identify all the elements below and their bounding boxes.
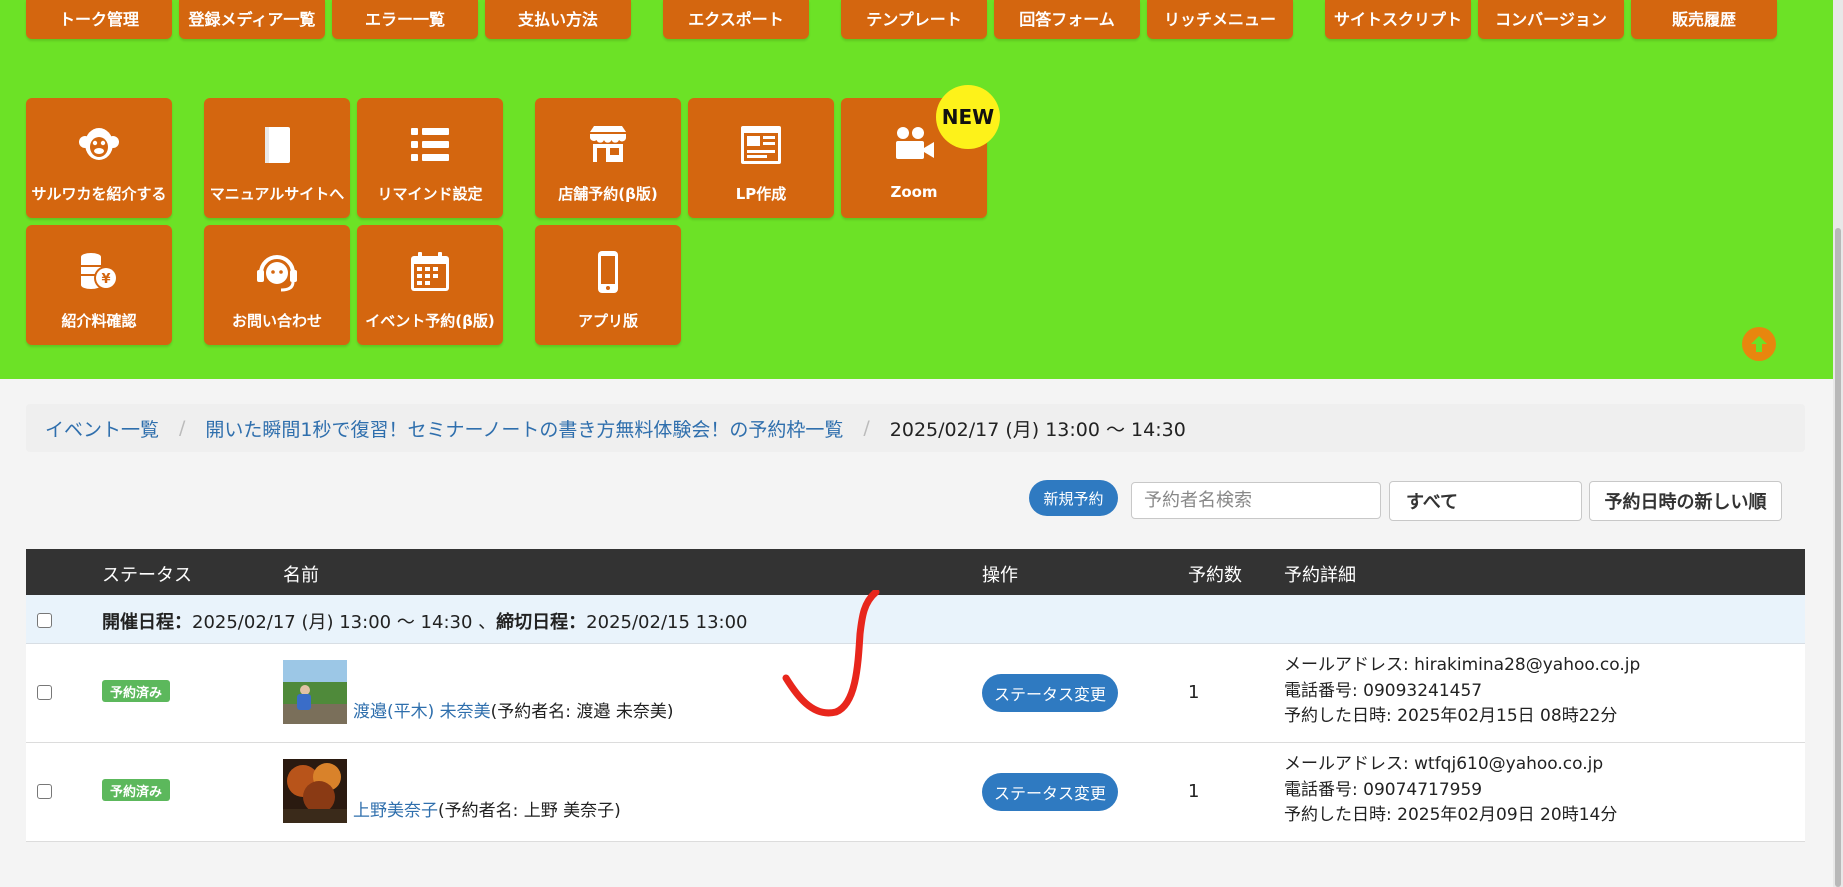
tile-label: リマインド設定 [377, 185, 483, 203]
detail-phone: 電話番号: 09093241457 [1284, 680, 1483, 701]
coins-icon: ¥ [76, 249, 122, 295]
reservation-details: メールアドレス: hirakimina28@yahoo.co.jp 電話番号: … [1284, 653, 1640, 730]
tile-remind-settings[interactable]: リマインド設定 [357, 98, 503, 218]
header-status: ステータス [102, 565, 192, 586]
breadcrumb-slot-list-link[interactable]: 開いた瞬間1秒で復習！セミナーノートの書き方無料体験会！の予約枠一覧 [205, 415, 843, 442]
tile-contact[interactable]: お問い合わせ [204, 225, 350, 345]
sort-button[interactable]: 予約日時の新しい順 [1589, 481, 1782, 521]
reservation-count: 1 [1188, 682, 1200, 703]
tile-label: サルワカを紹介する [31, 185, 167, 203]
monkey-icon [76, 122, 122, 168]
status-change-button[interactable]: ステータス変更 [982, 773, 1118, 811]
menu-button-site-script[interactable]: サイトスクリプト [1325, 0, 1471, 39]
row-checkbox[interactable] [37, 685, 52, 700]
menu-button-errors[interactable]: エラー一覧 [332, 0, 478, 39]
tile-manual-site[interactable]: マニュアルサイトへ [204, 98, 350, 218]
breadcrumb: イベント一覧 / 開いた瞬間1秒で復習！セミナーノートの書き方無料体験会！の予約… [26, 404, 1805, 452]
menu-button-payment[interactable]: 支払い方法 [485, 0, 631, 39]
calendar-icon [407, 249, 453, 295]
svg-text:¥: ¥ [101, 272, 110, 287]
tile-label: 紹介料確認 [61, 312, 137, 330]
reservation-count: 1 [1188, 781, 1200, 802]
menu-button-sales-history[interactable]: 販売履歴 [1631, 0, 1777, 39]
header-count: 予約数 [1188, 565, 1242, 586]
reservation-details: メールアドレス: wtfqj610@yahoo.co.jp 電話番号: 0907… [1284, 752, 1617, 829]
event-group-row: 開催日程：2025/02/17 (月) 13:00 〜 14:30 、締切日程：… [26, 595, 1805, 644]
book-icon [254, 122, 300, 168]
status-badge: 予約済み [102, 680, 171, 702]
breadcrumb-current: 2025/02/17 (月) 13:00 〜 14:30 [889, 418, 1186, 441]
detail-phone: 電話番号: 09074717959 [1284, 779, 1483, 800]
breadcrumb-separator: / [179, 417, 186, 439]
name-cell: 渡邉(平木) 未奈美(予約者名: 渡邉 未奈美) [353, 702, 674, 722]
tile-lp-create[interactable]: LP作成 [688, 98, 834, 218]
tile-label: 店舗予約(β版) [558, 185, 658, 203]
new-badge: NEW [936, 85, 1000, 149]
detail-booked-at: 予約した日時: 2025年02月09日 20時14分 [1284, 805, 1618, 825]
tile-store-reservation[interactable]: 店舗予約(β版) [535, 98, 681, 218]
event-schedule: 開催日程：2025/02/17 (月) 13:00 〜 14:30 、締切日程：… [102, 612, 748, 633]
tile-event-reservation[interactable]: イベント予約(β版) [357, 225, 503, 345]
avatar [283, 660, 347, 724]
video-camera-icon [891, 122, 937, 168]
menu-button-rich-menu[interactable]: リッチメニュー [1147, 0, 1293, 39]
avatar [283, 759, 347, 823]
breadcrumb-separator: / [863, 417, 870, 439]
customer-name-link[interactable]: 上野美奈子 [353, 801, 438, 821]
status-badge: 予約済み [102, 779, 171, 801]
name-cell: 上野美奈子(予約者名: 上野 美奈子) [353, 801, 621, 821]
new-reservation-button[interactable]: 新規予約 [1029, 480, 1118, 516]
table-header: ステータス 名前 操作 予約数 予約詳細 [26, 549, 1805, 595]
menu-button-template[interactable]: テンプレート [841, 0, 987, 39]
header-details: 予約詳細 [1284, 565, 1356, 586]
smartphone-icon [585, 249, 631, 295]
customer-name-link[interactable]: 渡邉(平木) 未奈美 [353, 702, 491, 722]
reservation-table: ステータス 名前 操作 予約数 予約詳細 開催日程：2025/02/17 (月)… [26, 549, 1805, 842]
menu-button-talk[interactable]: トーク管理 [26, 0, 172, 39]
arrow-up-icon [1751, 336, 1767, 352]
table-row: 予約済み 上野美奈子(予約者名: 上野 美奈子) ステータス変更 1 メールアド… [26, 743, 1805, 842]
menu-panel: トーク管理 登録メディア一覧 エラー一覧 支払い方法 エクスポート テンプレート… [0, 0, 1833, 379]
menu-button-export[interactable]: エクスポート [663, 0, 809, 39]
tile-label: LP作成 [735, 185, 787, 203]
scroll-to-top-button[interactable] [1742, 327, 1776, 361]
booker-search-input[interactable] [1131, 482, 1381, 519]
row-checkbox[interactable] [37, 784, 52, 799]
store-icon [585, 122, 631, 168]
menu-button-conversion[interactable]: コンバージョン [1478, 0, 1624, 39]
list-icon [407, 122, 453, 168]
scrollbar-thumb[interactable] [1835, 228, 1841, 887]
menu-button-answer-form[interactable]: 回答フォーム [994, 0, 1140, 39]
tile-label: アプリ版 [577, 312, 638, 330]
header-name: 名前 [283, 565, 319, 586]
browser-window-icon [738, 122, 784, 168]
table-row: 予約済み 渡邉(平木) 未奈美(予約者名: 渡邉 未奈美) ステータス変更 1 … [26, 644, 1805, 743]
detail-email: メールアドレス: hirakimina28@yahoo.co.jp [1284, 655, 1641, 675]
tile-label: Zoom [890, 183, 938, 201]
headset-icon [254, 249, 300, 295]
tile-introduce-saruwaka[interactable]: サルワカを紹介する [26, 98, 172, 218]
detail-booked-at: 予約した日時: 2025年02月15日 08時22分 [1284, 706, 1618, 726]
status-filter-select[interactable]: すべて [1389, 481, 1582, 521]
tile-app-version[interactable]: アプリ版 [535, 225, 681, 345]
tile-label: お問い合わせ [231, 312, 322, 330]
detail-email: メールアドレス: wtfqj610@yahoo.co.jp [1284, 754, 1604, 774]
tile-label: マニュアルサイトへ [209, 185, 345, 203]
tile-label: イベント予約(β版) [365, 312, 495, 330]
menu-button-media-list[interactable]: 登録メディア一覧 [179, 0, 325, 39]
header-action: 操作 [982, 565, 1018, 586]
group-checkbox[interactable] [37, 613, 52, 628]
breadcrumb-event-list-link[interactable]: イベント一覧 [45, 415, 159, 442]
tile-referral-fee[interactable]: ¥ 紹介料確認 [26, 225, 172, 345]
status-change-button[interactable]: ステータス変更 [982, 674, 1118, 712]
